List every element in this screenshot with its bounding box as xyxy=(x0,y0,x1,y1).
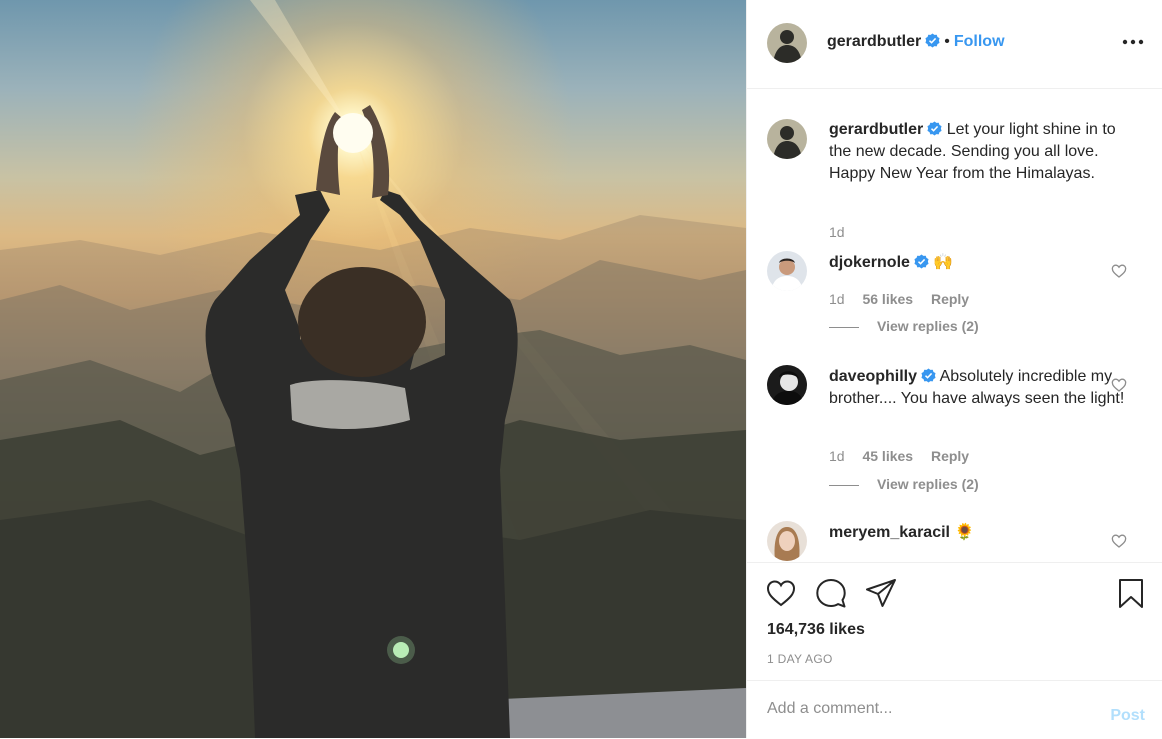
caption-row: gerardbutler Let your light shine in to … xyxy=(767,117,1147,247)
post-actions: 164,736 likes 1 DAY AGO xyxy=(747,562,1162,681)
verified-badge-icon xyxy=(925,33,940,48)
view-replies-button[interactable]: View replies (2) xyxy=(829,318,979,334)
post-side-panel: gerardbutler • Follow gerardbutler Let y… xyxy=(746,0,1162,738)
add-comment-bar: Post xyxy=(747,680,1162,739)
avatar-image xyxy=(767,23,807,63)
header-user-line: gerardbutler • Follow xyxy=(827,33,1005,51)
verified-badge-icon xyxy=(921,368,936,383)
verified-badge-icon xyxy=(927,121,942,136)
post-date[interactable]: 1 DAY AGO xyxy=(767,652,833,666)
like-heart-icon[interactable] xyxy=(765,577,797,609)
comment-time: 1d xyxy=(829,448,845,464)
view-replies-label: View replies (2) xyxy=(877,318,979,334)
comment-like-icon[interactable] xyxy=(1111,377,1127,393)
comment-text-block: daveophilly Absolutely incredible my bro… xyxy=(829,366,1129,410)
post-button[interactable]: Post xyxy=(1110,707,1145,725)
comment-bubble-icon[interactable] xyxy=(815,577,847,609)
author-username[interactable]: gerardbutler xyxy=(827,33,921,50)
verified-badge-icon xyxy=(914,254,929,269)
comment-time: 1d xyxy=(829,291,845,307)
comment-like-icon[interactable] xyxy=(1111,533,1127,549)
caption-meta: 1d xyxy=(829,224,859,240)
caption-time: 1d xyxy=(829,224,845,240)
caption-username[interactable]: gerardbutler xyxy=(829,121,923,138)
view-replies-button[interactable]: View replies (2) xyxy=(829,476,979,492)
comment-like-icon[interactable] xyxy=(1111,263,1127,279)
post-header: gerardbutler • Follow xyxy=(747,0,1162,89)
comment-item: daveophilly Absolutely incredible my bro… xyxy=(767,365,1147,495)
comment-meta: 1d 45 likes Reply xyxy=(829,448,983,464)
likes-count[interactable]: 164,736 likes xyxy=(767,621,865,639)
save-bookmark-icon[interactable] xyxy=(1115,577,1147,609)
post-photo[interactable] xyxy=(0,0,746,738)
comment-text: 🌻 xyxy=(954,524,975,541)
comment-meta: 1d 56 likes Reply xyxy=(829,291,983,307)
share-send-icon[interactable] xyxy=(865,577,897,609)
replies-divider-line xyxy=(829,326,859,328)
comment-username[interactable]: daveophilly xyxy=(829,368,917,385)
comment-username[interactable]: meryem_karacil xyxy=(829,524,950,541)
more-options-icon[interactable] xyxy=(1121,32,1145,52)
reply-button[interactable]: Reply xyxy=(931,448,969,464)
comments-list[interactable]: gerardbutler Let your light shine in to … xyxy=(747,89,1162,562)
author-avatar[interactable] xyxy=(767,23,807,63)
comment-username[interactable]: djokernole xyxy=(829,254,910,271)
comment-text-block: meryem_karacil 🌻 xyxy=(829,522,1129,544)
comment-text: 🙌 xyxy=(933,254,954,271)
separator-dot: • xyxy=(944,33,950,50)
commenter-avatar[interactable] xyxy=(767,365,807,405)
follow-button[interactable]: Follow xyxy=(954,33,1005,50)
replies-divider-line xyxy=(829,484,859,486)
commenter-avatar[interactable] xyxy=(767,521,807,561)
comment-text-block: djokernole 🙌 xyxy=(829,252,1129,274)
photo-scene xyxy=(0,0,746,738)
view-replies-label: View replies (2) xyxy=(877,476,979,492)
comment-input[interactable] xyxy=(767,697,1087,721)
caption-avatar[interactable] xyxy=(767,119,807,159)
reply-button[interactable]: Reply xyxy=(931,291,969,307)
caption-text-block: gerardbutler Let your light shine in to … xyxy=(829,119,1129,185)
comment-likes[interactable]: 45 likes xyxy=(862,448,913,464)
comment-item: djokernole 🙌 1d 56 likes Reply View repl… xyxy=(767,251,1147,341)
comment-item: meryem_karacil 🌻 xyxy=(767,521,1147,562)
comment-likes[interactable]: 56 likes xyxy=(862,291,913,307)
commenter-avatar[interactable] xyxy=(767,251,807,291)
